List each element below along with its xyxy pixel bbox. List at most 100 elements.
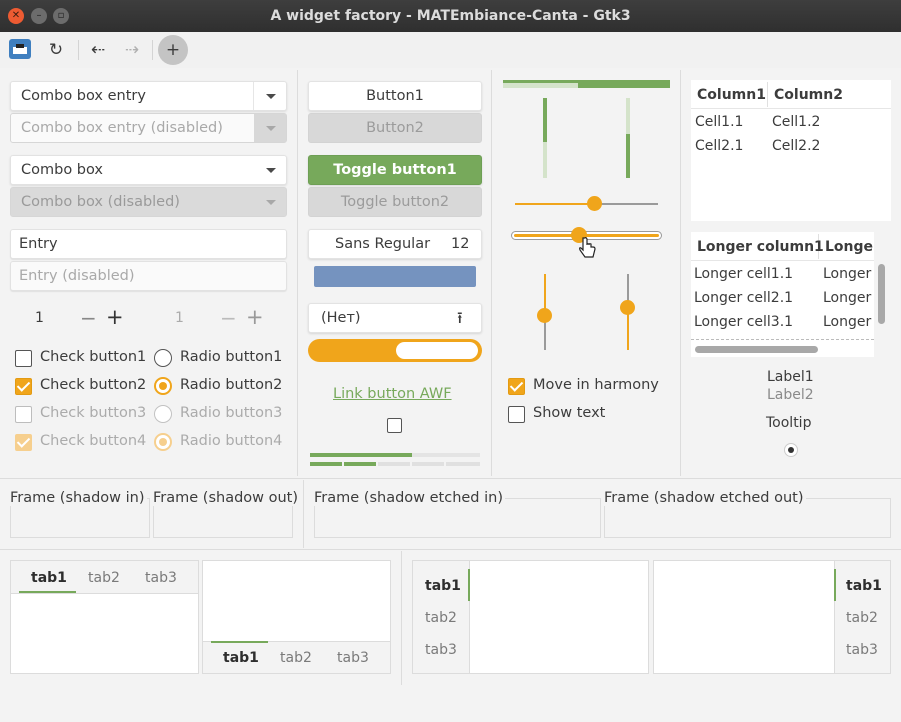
- tree-cell[interactable]: Longer: [823, 266, 871, 282]
- tab-2[interactable]: tab2: [88, 570, 120, 586]
- file-chooser-button[interactable]: (Нет) ⭱: [308, 303, 482, 333]
- tab-1[interactable]: tab1: [425, 578, 461, 594]
- vertical-scale[interactable]: [537, 274, 552, 350]
- vertical-scrollbar[interactable]: [878, 264, 885, 324]
- tree-cell[interactable]: Longer cell1.1: [694, 266, 793, 282]
- toolbar-separator: [152, 40, 153, 60]
- title-bar: ✕ – ▫ A widget factory - MATEmbiance-Can…: [0, 0, 901, 32]
- radio-button4-label: Radio button4: [180, 433, 283, 449]
- column-header[interactable]: Column2: [774, 87, 843, 103]
- tab-2[interactable]: tab2: [846, 610, 878, 626]
- color-button[interactable]: [314, 266, 476, 287]
- radio-button1-circle[interactable]: [154, 349, 172, 367]
- entry-disabled-field: Entry (disabled): [10, 261, 287, 291]
- button1[interactable]: Button1: [308, 81, 482, 111]
- tree-view-1[interactable]: Column1 Column2 Cell1.1 Cell1.2 Cell2.1 …: [691, 80, 891, 221]
- tooltip-label[interactable]: Tooltip: [766, 415, 811, 431]
- chevron-down-icon[interactable]: [266, 94, 276, 99]
- tree-cell[interactable]: Longer cell3.1: [694, 314, 793, 330]
- horizontal-scrollbar[interactable]: [695, 346, 818, 353]
- tab-3[interactable]: tab3: [145, 570, 177, 586]
- plus-icon[interactable]: +: [106, 305, 124, 329]
- spinner-icon: [784, 443, 798, 457]
- spin-button[interactable]: 1 − +: [26, 305, 132, 333]
- switch-toggle[interactable]: [308, 339, 482, 362]
- move-in-harmony-box[interactable]: [508, 378, 525, 395]
- add-icon[interactable]: +: [158, 35, 188, 65]
- tab-3[interactable]: tab3: [425, 642, 457, 658]
- tab-2[interactable]: tab2: [280, 650, 312, 666]
- tree-cell[interactable]: Cell1.1: [695, 114, 743, 130]
- column-header[interactable]: Longer column1: [697, 239, 824, 255]
- back-icon[interactable]: ⇠: [84, 36, 112, 64]
- column-header[interactable]: Column1: [697, 87, 766, 103]
- check-button2-label[interactable]: Check button2: [40, 377, 146, 393]
- active-tab-indicator: [468, 569, 470, 601]
- tab-3[interactable]: tab3: [846, 642, 878, 658]
- link-button[interactable]: Link button AWF: [333, 386, 452, 402]
- toggle-button1[interactable]: Toggle button1: [308, 155, 482, 185]
- check-button1-label[interactable]: Check button1: [40, 349, 146, 365]
- tab-1[interactable]: tab1: [31, 570, 67, 586]
- column-header[interactable]: Longer: [825, 239, 874, 255]
- horizontal-scale[interactable]: [515, 196, 658, 211]
- frame-etched-out-label: Frame (shadow etched out): [604, 490, 806, 506]
- chevron-down-icon: [266, 200, 276, 205]
- move-in-harmony-label[interactable]: Move in harmony: [533, 377, 659, 393]
- vertical-scale[interactable]: [620, 274, 635, 350]
- tab-2[interactable]: tab2: [425, 610, 457, 626]
- scale-fill: [515, 203, 594, 205]
- tree-view-2[interactable]: Longer column1 Longer Longer cell1.1 Lon…: [691, 232, 874, 357]
- refresh-icon[interactable]: ↻: [42, 36, 70, 64]
- show-text-label[interactable]: Show text: [533, 405, 605, 421]
- radio-button3-label: Radio button3: [180, 405, 283, 421]
- minus-icon[interactable]: −: [80, 306, 97, 330]
- radio-button4-circle: [154, 433, 172, 451]
- tree-cell[interactable]: Cell1.2: [772, 114, 820, 130]
- tree-cell[interactable]: Longer cell2.1: [694, 290, 793, 306]
- combo-box-disabled-label: Combo box (disabled): [21, 194, 180, 210]
- combo-entry-text[interactable]: Combo box entry: [21, 88, 146, 104]
- combo-box-label: Combo box: [21, 162, 104, 178]
- active-tab-indicator: [19, 591, 76, 593]
- combo-box-entry[interactable]: Combo box entry: [10, 81, 287, 111]
- notebook-left: tab1 tab2 tab3: [412, 560, 649, 674]
- tab-1[interactable]: tab1: [846, 578, 882, 594]
- app-icon[interactable]: [6, 36, 34, 64]
- toolbar: ↻ ⇠ ⇢ +: [0, 32, 901, 68]
- scale-slider-knob[interactable]: [587, 196, 602, 211]
- tree-cell[interactable]: Cell2.2: [772, 138, 820, 154]
- tab-3[interactable]: tab3: [337, 650, 369, 666]
- level-block: [310, 462, 342, 466]
- frame-separator: [303, 480, 304, 548]
- toggle-button2-disabled: Toggle button2: [308, 187, 482, 217]
- radio-button3-circle: [154, 405, 172, 423]
- check-button1-box[interactable]: [15, 350, 32, 367]
- font-button[interactable]: Sans Regular 12: [308, 229, 482, 259]
- tree-cell[interactable]: Longer: [823, 290, 871, 306]
- notebook-right: tab1 tab2 tab3: [653, 560, 891, 674]
- scale-slider-knob[interactable]: [620, 300, 635, 315]
- show-text-box[interactable]: [508, 406, 525, 423]
- scale-slider-knob[interactable]: [537, 308, 552, 323]
- combo-box[interactable]: Combo box: [10, 155, 287, 185]
- chevron-down-icon: [266, 168, 276, 173]
- progress-fill: [543, 98, 547, 142]
- entry-field[interactable]: Entry: [10, 229, 287, 259]
- spin-value[interactable]: 1: [35, 310, 44, 326]
- tree-cell[interactable]: Cell2.1: [695, 138, 743, 154]
- frame-etched-in-label: Frame (shadow etched in): [314, 490, 505, 506]
- notebook-bottom: tab1 tab2 tab3: [202, 560, 391, 674]
- radio-button1-label[interactable]: Radio button1: [180, 349, 282, 365]
- small-check-button[interactable]: [387, 418, 402, 433]
- entry-text: Entry: [19, 236, 58, 252]
- check-button2-box[interactable]: [15, 378, 32, 395]
- check-button4-label: Check button4: [40, 433, 147, 449]
- level-bar: [310, 462, 480, 466]
- radio-button2-label[interactable]: Radio button2: [180, 377, 282, 393]
- active-tab-indicator: [211, 641, 268, 643]
- radio-button2-circle[interactable]: [154, 377, 172, 395]
- tree-cell[interactable]: Longer: [823, 314, 871, 330]
- switch-knob[interactable]: [396, 342, 478, 359]
- tab-1[interactable]: tab1: [223, 650, 259, 666]
